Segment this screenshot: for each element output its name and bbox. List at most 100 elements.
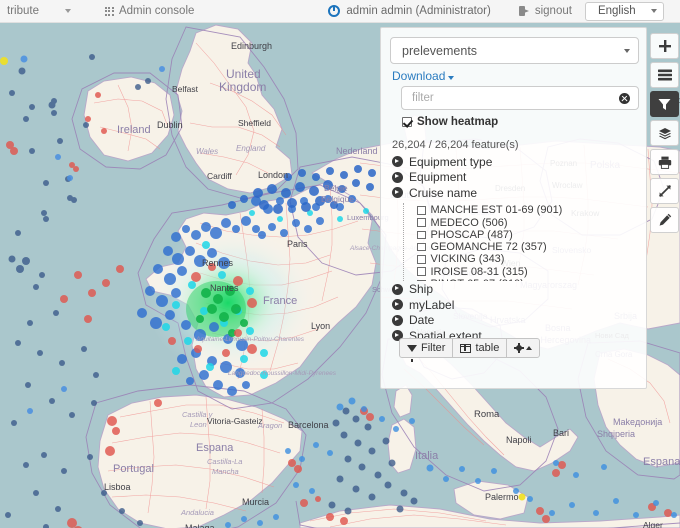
map-label: Roma — [474, 409, 500, 420]
cruise-option-checkbox[interactable] — [417, 242, 426, 252]
cruise-option-row[interactable]: VICKING (343) — [417, 253, 637, 266]
filter-placeholder: filter — [412, 92, 434, 104]
download-menu[interactable]: Download — [392, 69, 637, 83]
facet-label: Ship — [409, 282, 434, 297]
cruise-option-row[interactable]: MEDECO (506) — [417, 217, 637, 229]
plus-icon — [658, 40, 671, 52]
map-label: Andalucia — [180, 508, 214, 517]
download-label: Download — [392, 69, 446, 83]
map-label: Malaga — [185, 523, 215, 528]
facet-label: Date — [409, 313, 435, 328]
chevron-down-icon — [624, 48, 630, 53]
map-label: Cardiff — [207, 171, 233, 181]
cruise-option-label: MEDECO (506) — [430, 216, 508, 229]
map-label: London — [258, 170, 288, 180]
map-label: Napoli — [506, 435, 532, 445]
map-label: Nantes — [210, 283, 239, 293]
facet-label: Cruise name — [409, 185, 478, 200]
expand-circle-icon — [392, 299, 403, 311]
zoom-in-button[interactable] — [650, 33, 679, 59]
map-label: Shqiperia — [597, 429, 635, 439]
facet-date[interactable]: Date — [392, 313, 637, 328]
cruise-option-checkbox[interactable] — [417, 206, 426, 215]
signout-button[interactable]: signout — [512, 0, 579, 23]
funnel-icon — [658, 98, 671, 110]
cruise-option-checkbox[interactable] — [417, 279, 426, 281]
expand-circle-icon — [392, 156, 403, 168]
filter-input[interactable]: filter — [401, 86, 639, 110]
clear-circle-icon[interactable] — [619, 92, 630, 104]
cruise-option-row[interactable]: IROISE 08-31 (315) — [417, 266, 637, 278]
draw-button[interactable] — [650, 207, 679, 233]
map-label: United — [226, 67, 261, 81]
layer-manager-button[interactable] — [650, 120, 679, 146]
breadcrumb-label: tribute — [7, 5, 39, 17]
cruise-option-row[interactable]: PINOT 65-07 (310) — [417, 278, 637, 281]
table-view-button[interactable]: table — [452, 338, 508, 358]
map-label: Wales — [196, 147, 218, 156]
facet-label: Equipment — [409, 170, 467, 185]
facet-equipment-type[interactable]: Equipment type — [392, 155, 637, 169]
expand-circle-icon — [392, 283, 403, 295]
map-label: Languedoc-Roussillon-Midi-Pyrenees — [228, 370, 337, 377]
grid-icon — [104, 6, 114, 16]
cruise-option-label: IROISE 08-31 (315) — [430, 265, 528, 278]
filter-button-label: Filter — [421, 342, 446, 354]
facet-label: myLabel — [409, 297, 455, 312]
app-root: tribute Admin console admin admin (Admin… — [0, 0, 680, 528]
table-button-label: table — [475, 342, 500, 354]
cruise-option-checkbox[interactable] — [417, 255, 426, 264]
cruise-option-row[interactable]: GEOMANCHE 72 (357) — [417, 241, 637, 253]
facet-mylabel[interactable]: myLabel — [392, 298, 637, 312]
filter-apply-button[interactable]: Filter — [399, 338, 454, 362]
layer-select[interactable]: prelevements — [390, 37, 639, 64]
cruise-option-checkbox[interactable] — [417, 218, 426, 227]
layers-stack-icon — [658, 127, 671, 139]
cruise-option-checkbox[interactable] — [417, 267, 426, 276]
show-heatmap-checkbox[interactable] — [402, 117, 412, 127]
cruise-option-label: VICKING (343) — [430, 253, 505, 266]
map-label: Leon — [190, 420, 207, 429]
cruise-option-row[interactable]: MANCHE EST 01-69 (901) — [417, 204, 637, 216]
filter-input-wrapper: filter — [401, 86, 639, 110]
chevron-up-icon — [526, 346, 533, 350]
chevron-down-icon — [448, 76, 455, 80]
user-account-menu[interactable]: admin admin (Administrator) — [321, 0, 497, 23]
map-label: Palermo — [485, 492, 519, 502]
facet-ship[interactable]: Ship — [392, 282, 637, 297]
map-label: England — [236, 144, 266, 153]
show-heatmap-row[interactable]: Show heatmap — [402, 116, 637, 128]
breadcrumb-menu[interactable]: tribute — [0, 0, 78, 23]
cruise-name-option-list[interactable]: MANCHE EST 01-69 (901) MEDECO (506) PHOSCA… — [403, 202, 637, 281]
expand-arrows-icon — [658, 184, 671, 198]
cruise-option-checkbox[interactable] — [417, 230, 426, 240]
language-select[interactable]: English — [584, 1, 664, 21]
layer-filter-panel: prelevements Download filter Show heatma… — [380, 27, 647, 389]
cruise-option-row[interactable]: PHOSCAP (487) — [417, 229, 637, 241]
facet-cruise-name[interactable]: Cruise name — [392, 186, 637, 200]
map-label: Aquitaine-Limousin-Poitou-Charentes — [195, 336, 305, 343]
map-label: Lisboa — [104, 482, 131, 492]
admin-console-label: Admin console — [118, 5, 195, 17]
filter-button[interactable] — [650, 91, 679, 117]
print-button[interactable] — [650, 149, 679, 175]
cruise-option-label: GEOMANCHE 72 (357) — [430, 241, 547, 254]
cruise-option-label: PHOSCAP (487) — [430, 228, 513, 241]
map-label: Alger — [643, 520, 663, 528]
map-label: Belfast — [172, 84, 199, 94]
map-label: Belgie — [324, 183, 348, 193]
map-label: Edinburgh — [231, 41, 272, 51]
facet-equipment[interactable]: Equipment — [392, 170, 637, 185]
settings-dropdown-button[interactable] — [506, 338, 541, 358]
map-toolbar — [650, 33, 679, 236]
layers-list-button[interactable] — [650, 62, 679, 88]
admin-console-link[interactable]: Admin console — [98, 0, 201, 23]
map-label: Espana — [643, 456, 680, 468]
signout-icon — [518, 6, 530, 16]
map-label: Paris — [287, 239, 308, 249]
table-icon — [460, 343, 472, 353]
fullscreen-button[interactable] — [650, 178, 679, 204]
language-value: English — [597, 5, 636, 17]
map-label: Vitoria-Gasteiz — [207, 416, 263, 426]
map-label: Castilla-La — [207, 457, 242, 466]
